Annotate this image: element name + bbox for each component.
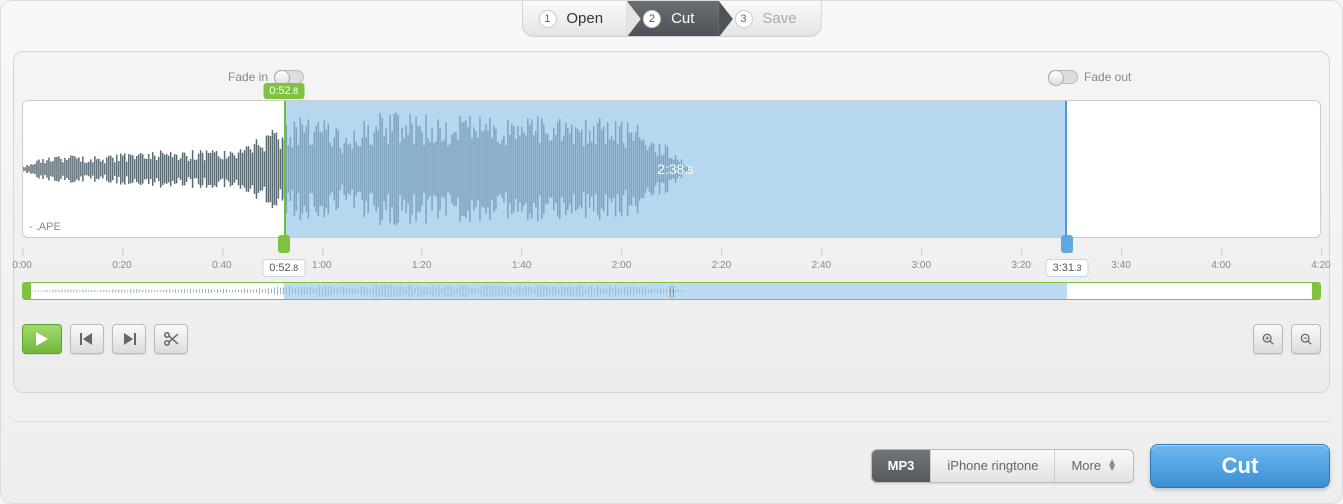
ruler-tick: 3:20: [1011, 260, 1030, 271]
fade-out-control: Fade out: [1048, 70, 1131, 84]
selection-start-flag: 0:52.8: [263, 83, 304, 99]
overview-cap-left[interactable]: [23, 283, 31, 299]
ruler-tick: 0:00: [12, 260, 31, 271]
play-button[interactable]: [22, 324, 62, 354]
skip-forward-icon: [122, 333, 136, 345]
ruler-tick: 4:00: [1211, 260, 1230, 271]
ruler-tick: 0:40: [212, 260, 231, 271]
next-marker-button[interactable]: [112, 324, 146, 354]
time-ruler: 0:000:200:401:001:201:402:002:202:403:00…: [22, 242, 1321, 276]
format-more[interactable]: More ▲▼: [1055, 450, 1133, 482]
selection-duration-label: 2:38.5: [657, 161, 693, 177]
skip-back-icon: [80, 333, 94, 345]
scissors-icon: [163, 331, 179, 347]
audio-cutter-app: 1 Open 2 Cut 3 Save Fade in Fade out: [0, 0, 1343, 504]
overview-cap-right[interactable]: [1312, 283, 1320, 299]
zoom-out-icon: [1300, 332, 1312, 346]
format-ringtone[interactable]: iPhone ringtone: [931, 450, 1055, 482]
step-label: Open: [566, 10, 603, 27]
ruler-tick: 2:40: [812, 260, 831, 271]
editor-panel: Fade in Fade out 2:38.5 - .APE 0:52.8: [13, 51, 1330, 393]
footer-bar: MP3 iPhone ringtone More ▲▼ Cut: [13, 421, 1330, 491]
step-save[interactable]: 3 Save: [718, 1, 820, 36]
ruler-tick: 0:20: [112, 260, 131, 271]
fade-row: Fade in Fade out: [22, 70, 1321, 92]
format-more-label: More: [1071, 458, 1101, 473]
format-selector: MP3 iPhone ringtone More ▲▼: [871, 449, 1134, 483]
fade-in-control: Fade in: [228, 70, 304, 84]
waveform-box[interactable]: 2:38.5 - .APE 0:52.8 0:52.8 3:31.3: [22, 100, 1321, 238]
step-tabs: 1 Open 2 Cut 3 Save: [521, 1, 821, 37]
overview-grip[interactable]: [667, 286, 677, 298]
prev-marker-button[interactable]: [70, 324, 104, 354]
ruler-tick: 1:00: [312, 260, 331, 271]
playback-controls: [22, 324, 188, 354]
selection-region[interactable]: 2:38.5: [284, 101, 1067, 237]
scissors-button[interactable]: [154, 324, 188, 354]
ruler-tick: 4:20: [1311, 260, 1330, 271]
zoom-in-icon: [1262, 332, 1274, 346]
ruler-tick: 1:20: [412, 260, 431, 271]
file-format-label: - .APE: [29, 221, 61, 233]
fade-in-toggle[interactable]: [274, 70, 304, 84]
ruler-tick: 1:40: [512, 260, 531, 271]
fade-out-label: Fade out: [1084, 70, 1131, 84]
step-open[interactable]: 1 Open: [522, 1, 627, 36]
step-label: Cut: [671, 10, 694, 27]
ruler-tick: 2:00: [612, 260, 631, 271]
updown-icon: ▲▼: [1107, 460, 1117, 472]
fade-out-toggle[interactable]: [1048, 70, 1078, 84]
step-label: Save: [762, 10, 796, 27]
zoom-controls: [1253, 324, 1321, 354]
format-mp3[interactable]: MP3: [872, 450, 932, 482]
zoom-out-button[interactable]: [1291, 324, 1321, 354]
ruler-tick: 3:00: [912, 260, 931, 271]
step-number: 3: [734, 10, 752, 28]
play-icon: [36, 332, 48, 346]
step-number: 2: [643, 10, 661, 28]
ruler-tick: 3:40: [1111, 260, 1130, 271]
overview-bar[interactable]: [22, 282, 1321, 300]
ruler-tick: 2:20: [712, 260, 731, 271]
cut-button[interactable]: Cut: [1150, 444, 1330, 488]
step-number: 1: [538, 10, 556, 28]
fade-in-label: Fade in: [228, 70, 268, 84]
controls-row: [22, 324, 1321, 354]
zoom-in-button[interactable]: [1253, 324, 1283, 354]
